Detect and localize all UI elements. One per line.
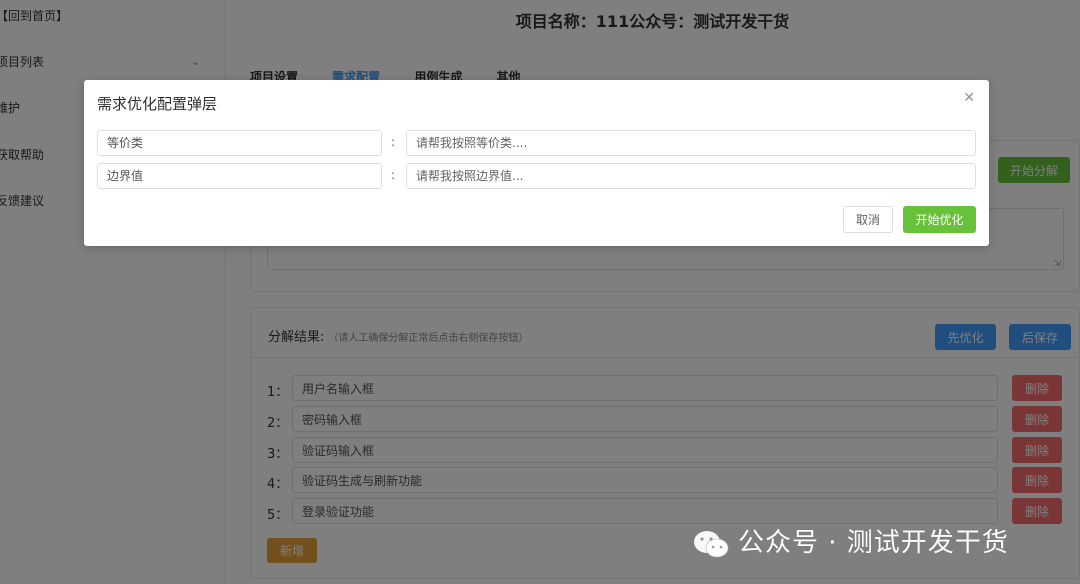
modal-title: 需求优化配置弹层 bbox=[97, 95, 218, 113]
watermark: 公众号 · 测试开发干货 bbox=[692, 522, 1009, 559]
start-optimize-button[interactable]: 开始优化 bbox=[903, 206, 976, 233]
field-prompt-boundary[interactable] bbox=[406, 163, 976, 189]
field-separator: : bbox=[391, 135, 396, 149]
watermark-text: 公众号 · 测试开发干货 bbox=[738, 528, 1009, 558]
cancel-button[interactable]: 取消 bbox=[843, 206, 893, 233]
optimize-config-modal: 需求优化配置弹层 ✕ : : 取消 开始优化 bbox=[84, 80, 989, 246]
close-icon[interactable]: ✕ bbox=[963, 90, 975, 106]
wechat-icon bbox=[694, 530, 729, 557]
field-name-equivalence[interactable] bbox=[97, 130, 382, 156]
field-separator: : bbox=[391, 168, 396, 182]
field-prompt-equivalence[interactable] bbox=[406, 130, 976, 156]
field-name-boundary[interactable] bbox=[97, 163, 382, 189]
